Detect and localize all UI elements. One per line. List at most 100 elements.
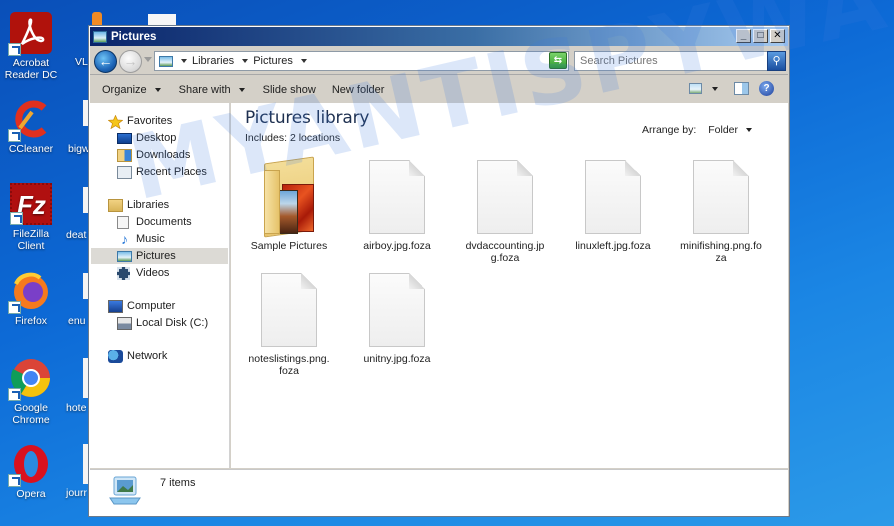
folder-item[interactable]: Sample Pictures [243,156,335,252]
nav-music[interactable]: ♪ Music [117,231,165,247]
chevron-down-icon [154,87,161,92]
recent-pages-dropdown[interactable] [144,57,152,62]
breadcrumb-separator-icon[interactable] [242,59,249,63]
ccleaner-icon [8,98,52,142]
change-view-icon[interactable] [689,83,702,94]
breadcrumb-separator-icon[interactable] [181,59,187,63]
blank-file-icon [692,160,750,234]
acrobat-icon [8,12,52,56]
shortcut-arrow-icon [8,301,21,314]
file-name: dvdaccounting.jpg.foza [465,240,545,264]
shortcut-arrow-icon [8,388,21,401]
file-name: airboy.jpg.foza [363,240,431,252]
file-name: minifishing.png.foza [680,240,762,264]
desktop-icon-label: jourr [66,487,88,499]
shortcut-arrow-icon [10,212,23,225]
slide-show-button[interactable]: Slide show [263,84,316,96]
nav-label: Desktop [136,132,177,144]
preview-pane-icon[interactable] [734,82,749,95]
desktop-icon-label: CCleaner [8,143,54,155]
forward-button[interactable]: → [119,50,142,73]
desktop-icon-opera[interactable]: Opera [0,443,62,500]
file-item[interactable]: unitny.jpg.foza [351,273,443,365]
nav-local-disk[interactable]: Local Disk (C:) [117,315,208,331]
nav-desktop[interactable]: Desktop [117,130,176,146]
refresh-button[interactable]: ⇆ [549,52,567,69]
title-bar[interactable]: Pictures _ □ ✕ [90,27,788,46]
pictures-library-large-icon [108,476,142,506]
navigation-pane: Favorites Desktop Downloads Recent Place… [90,103,230,468]
nav-recent-places[interactable]: Recent Places [117,164,207,180]
pictures-library-icon [93,30,107,43]
file-list-pane: Pictures library Includes: 2 locations A… [231,103,788,468]
shortcut-arrow-icon [8,474,21,487]
desktop-icon-acrobat[interactable]: Acrobat Reader DC [0,12,62,81]
organize-button[interactable]: Organize [102,84,161,96]
file-item[interactable]: dvdaccounting.jpg.foza [459,160,551,264]
desktop-icon-chrome[interactable]: Google Chrome [0,357,62,426]
search-icon[interactable]: ⚲ [767,51,786,71]
desktop-icon-ccleaner[interactable]: CCleaner [0,98,62,155]
file-item[interactable]: noteslistings.png.foza [243,273,335,377]
close-button[interactable]: ✕ [770,29,785,43]
nav-libraries[interactable]: Libraries [108,197,169,213]
item-count: 7 items [160,477,196,489]
maximize-button[interactable]: □ [753,29,768,43]
chevron-down-icon [746,128,752,132]
desktop-icon [117,132,132,144]
nav-label: Network [127,350,168,362]
blank-file-icon [368,273,426,347]
desktop-icon-filezilla[interactable]: Fz FileZilla Client [0,183,62,252]
share-with-label: Share with [178,83,231,96]
nav-label: Favorites [127,115,173,127]
back-button[interactable]: ← [94,50,117,73]
nav-label: Local Disk (C:) [136,317,209,329]
share-with-button[interactable]: Share with [179,84,245,96]
arrange-by-control[interactable]: Arrange by: Folder [642,124,752,136]
nav-network[interactable]: Network [108,348,167,364]
network-icon [108,349,123,363]
search-input[interactable] [574,51,768,71]
nav-label: Documents [136,216,192,228]
arrange-by-label: Arrange by: [641,124,697,136]
library-title: Pictures library [245,108,370,128]
chevron-down-icon [238,87,245,92]
command-bar: Organize Share with Slide show New folde… [90,76,788,103]
desktop-icon-firefox[interactable]: Firefox [0,270,62,327]
desktop-icon-label: Acrobat Reader DC [4,57,58,81]
file-item[interactable]: minifishing.png.foza [675,160,767,264]
address-bar[interactable]: Libraries Pictures [154,51,569,71]
breadcrumb-separator-icon[interactable] [300,59,307,63]
desktop-icon-label: bigw [68,143,90,155]
vlc-icon[interactable] [92,12,102,26]
nav-documents[interactable]: Documents [117,214,192,230]
nav-downloads[interactable]: Downloads [117,147,190,163]
chrome-icon [8,357,52,401]
nav-videos[interactable]: Videos [117,265,169,281]
blank-file-icon [584,160,642,234]
recent-places-icon [117,165,132,179]
nav-label: Downloads [136,149,191,161]
file-item[interactable]: airboy.jpg.foza [351,160,443,252]
music-icon: ♪ [121,230,128,247]
file-name: noteslistings.png.foza [248,353,330,377]
nav-computer[interactable]: Computer [108,298,175,314]
minimize-button[interactable]: _ [736,29,751,43]
desktop-icon-label: Firefox [14,315,48,327]
nav-label: Recent Places [136,166,207,178]
breadcrumb-libraries[interactable]: Libraries [192,55,234,67]
videos-icon [117,266,130,280]
view-options-dropdown[interactable] [712,86,718,91]
file-item[interactable]: linuxleft.jpg.foza [567,160,659,252]
arrange-by-value: Folder [708,124,738,136]
breadcrumb-pictures[interactable]: Pictures [253,55,293,67]
nav-pictures[interactable]: Pictures [91,248,228,264]
help-icon[interactable]: ? [759,81,774,96]
nav-favorites[interactable]: Favorites [107,113,173,129]
libraries-icon [108,198,123,212]
new-folder-button[interactable]: New folder [332,84,385,96]
view-controls: ? [689,81,774,96]
shortcut-arrow-icon [8,129,21,142]
documents-icon [117,215,129,229]
library-locations-link[interactable]: Includes: 2 locations [245,132,340,144]
